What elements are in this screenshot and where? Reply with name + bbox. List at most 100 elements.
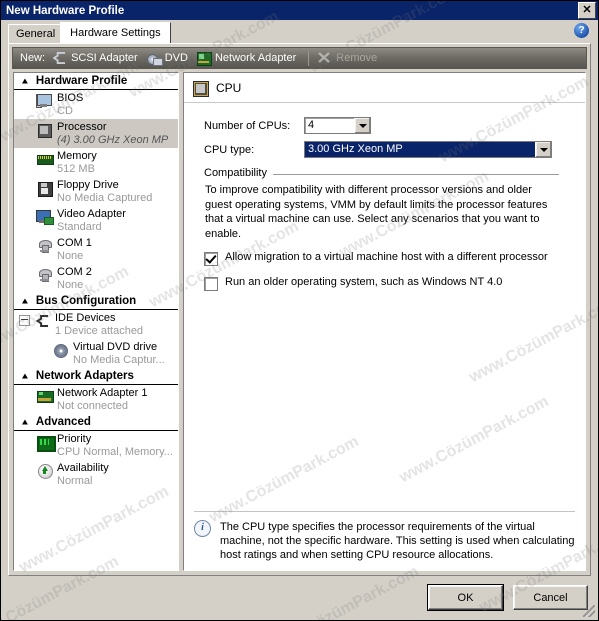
number-of-cpus-dropdown[interactable]: 4 — [304, 117, 371, 134]
new-network-adapter-button[interactable]: Network Adapter — [194, 50, 302, 66]
tree-item-priority[interactable]: Priority CPU Normal, Memory... — [14, 431, 178, 460]
new-hardware-profile-dialog: New Hardware Profile ✕ General Hardware … — [0, 0, 599, 621]
tree-item-title: Availability — [57, 462, 109, 474]
toolbar-new-label: New: — [20, 52, 46, 64]
remove-x-icon — [317, 51, 333, 65]
info-icon: i — [194, 520, 211, 537]
priority-icon — [36, 434, 56, 452]
resize-grip[interactable] — [583, 605, 595, 617]
number-of-cpus-label: Number of CPUs: — [204, 119, 291, 132]
bios-icon — [36, 93, 54, 109]
new-scsi-adapter-button[interactable]: SCSI Adapter — [50, 50, 144, 66]
tree-item-title: Priority — [57, 433, 92, 445]
ide-devices-icon — [34, 313, 52, 329]
help-icon[interactable]: ? — [574, 23, 589, 38]
group-bus-configuration[interactable]: ▲ Bus Configuration — [14, 293, 178, 310]
tree-item-virtual-dvd-drive[interactable]: Virtual DVD drive No Media Captur... — [14, 339, 178, 368]
tree-item-bios[interactable]: BIOS CD — [14, 90, 178, 119]
cpu-type-dropdown[interactable]: 3.00 GHz Xeon MP — [304, 141, 552, 158]
cpu-type-value: 3.00 GHz Xeon MP — [305, 142, 535, 157]
pane-body: Number of CPUs: 4 CPU type: 3.00 GHz Xeo… — [184, 103, 585, 291]
new-dvd-button[interactable]: DVD — [144, 50, 194, 66]
com-port-icon — [36, 267, 54, 283]
collapse-chevron-icon: ▲ — [20, 76, 30, 86]
com-port-icon — [36, 238, 54, 254]
network-adapter-label: Network Adapter — [214, 52, 297, 64]
tree-item-title: COM 2 — [57, 266, 92, 278]
group-label: Hardware Profile — [35, 75, 128, 87]
group-label: Advanced — [35, 416, 91, 428]
tree-item-title: Network Adapter 1 — [57, 387, 148, 399]
tree-item-availability[interactable]: Availability Normal — [14, 460, 178, 489]
pane-header: CPU — [184, 73, 585, 103]
cpu-type-row: CPU type: 3.00 GHz Xeon MP — [204, 141, 571, 158]
dialog-buttons: OK Cancel — [427, 584, 588, 611]
number-of-cpus-row: Number of CPUs: 4 — [204, 117, 571, 134]
memory-icon — [36, 151, 54, 167]
tree-item-title: Memory — [57, 150, 97, 162]
tree-item-com-1[interactable]: COM 1 None — [14, 235, 178, 264]
dvd-label: DVD — [164, 52, 188, 64]
tree-item-sub: None — [57, 250, 84, 262]
expander-icon[interactable] — [19, 315, 30, 326]
window-title: New Hardware Profile — [6, 4, 125, 17]
processor-icon — [36, 122, 54, 138]
tree-item-sub: No Media Captured — [57, 192, 153, 204]
remove-label: Remove — [336, 52, 378, 64]
tab-strip: General Hardware Settings ? — [1, 20, 598, 43]
tree-item-com-2[interactable]: COM 2 None — [14, 264, 178, 293]
compatibility-group: Compatibility To improve compatibility w… — [204, 167, 571, 291]
older-os-label: Run an older operating system, such as W… — [225, 276, 503, 288]
tree-item-sub: (4) 3.00 GHz Xeon MP — [57, 134, 169, 146]
collapse-chevron-icon: ▲ — [20, 371, 30, 381]
tree-item-floppy-drive[interactable]: Floppy Drive No Media Captured — [14, 177, 178, 206]
tree-item-title: IDE Devices — [55, 312, 116, 324]
title-bar: New Hardware Profile ✕ — [1, 1, 598, 20]
page-title: CPU — [216, 81, 242, 95]
tree-item-title: COM 1 — [57, 237, 92, 249]
close-icon[interactable]: ✕ — [578, 2, 596, 19]
settings-pane: CPU Number of CPUs: 4 CPU type: 3.00 GHz — [183, 72, 586, 571]
tree-item-sub: No Media Captur... — [73, 354, 165, 366]
older-os-checkbox[interactable] — [204, 277, 218, 291]
network-adapter-icon — [196, 51, 212, 66]
tab-hardware-settings[interactable]: Hardware Settings — [60, 22, 171, 43]
tree-item-sub: None — [57, 279, 84, 291]
toolbar: New: SCSI Adapter DVD Network Adapter Re… — [12, 47, 587, 69]
chevron-down-icon[interactable] — [354, 118, 370, 133]
allow-migration-checkbox-row[interactable]: Allow migration to a virtual machine hos… — [204, 251, 571, 266]
main-split: ▲ Hardware Profile BIOS CD Processor (4)… — [13, 72, 586, 571]
cpu-type-label: CPU type: — [204, 143, 255, 156]
info-text: The CPU type specifies the processor req… — [220, 521, 575, 561]
allow-migration-checkbox[interactable] — [204, 252, 218, 266]
tree-item-sub: CD — [57, 105, 73, 117]
tree-item-title: Video Adapter — [57, 208, 126, 220]
chevron-down-icon[interactable] — [535, 142, 551, 157]
network-adapter-icon — [36, 388, 54, 404]
toolbar-separator — [308, 50, 310, 66]
page-frame: New: SCSI Adapter DVD Network Adapter Re… — [8, 43, 591, 576]
tree-item-processor[interactable]: Processor (4) 3.00 GHz Xeon MP — [14, 119, 178, 148]
tree-item-memory[interactable]: Memory 512 MB — [14, 148, 178, 177]
virtual-dvd-icon — [52, 342, 70, 358]
remove-button[interactable]: Remove — [315, 50, 383, 66]
tree-item-title: Floppy Drive — [57, 179, 119, 191]
group-network-adapters[interactable]: ▲ Network Adapters — [14, 368, 178, 385]
collapse-chevron-icon: ▲ — [20, 296, 30, 306]
ok-button[interactable]: OK — [427, 584, 504, 611]
older-os-checkbox-row[interactable]: Run an older operating system, such as W… — [204, 276, 571, 291]
compatibility-legend: Compatibility — [204, 167, 273, 179]
cancel-button[interactable]: Cancel — [513, 585, 588, 610]
tree-item-sub: 512 MB — [57, 163, 95, 175]
group-label: Network Adapters — [35, 370, 134, 382]
tree-item-network-adapter-1[interactable]: Network Adapter 1 Not connected — [14, 385, 178, 414]
group-label: Bus Configuration — [35, 295, 137, 307]
tree-item-ide-devices[interactable]: IDE Devices 1 Device attached — [14, 310, 178, 339]
tree-item-title: Processor — [57, 121, 107, 133]
tab-general[interactable]: General — [8, 24, 64, 43]
tree-item-video-adapter[interactable]: Video Adapter Standard — [14, 206, 178, 235]
hardware-tree[interactable]: ▲ Hardware Profile BIOS CD Processor (4)… — [13, 72, 179, 571]
tree-item-title: Virtual DVD drive — [73, 341, 158, 353]
group-advanced[interactable]: ▲ Advanced — [14, 414, 178, 431]
group-hardware-profile[interactable]: ▲ Hardware Profile — [14, 73, 178, 90]
